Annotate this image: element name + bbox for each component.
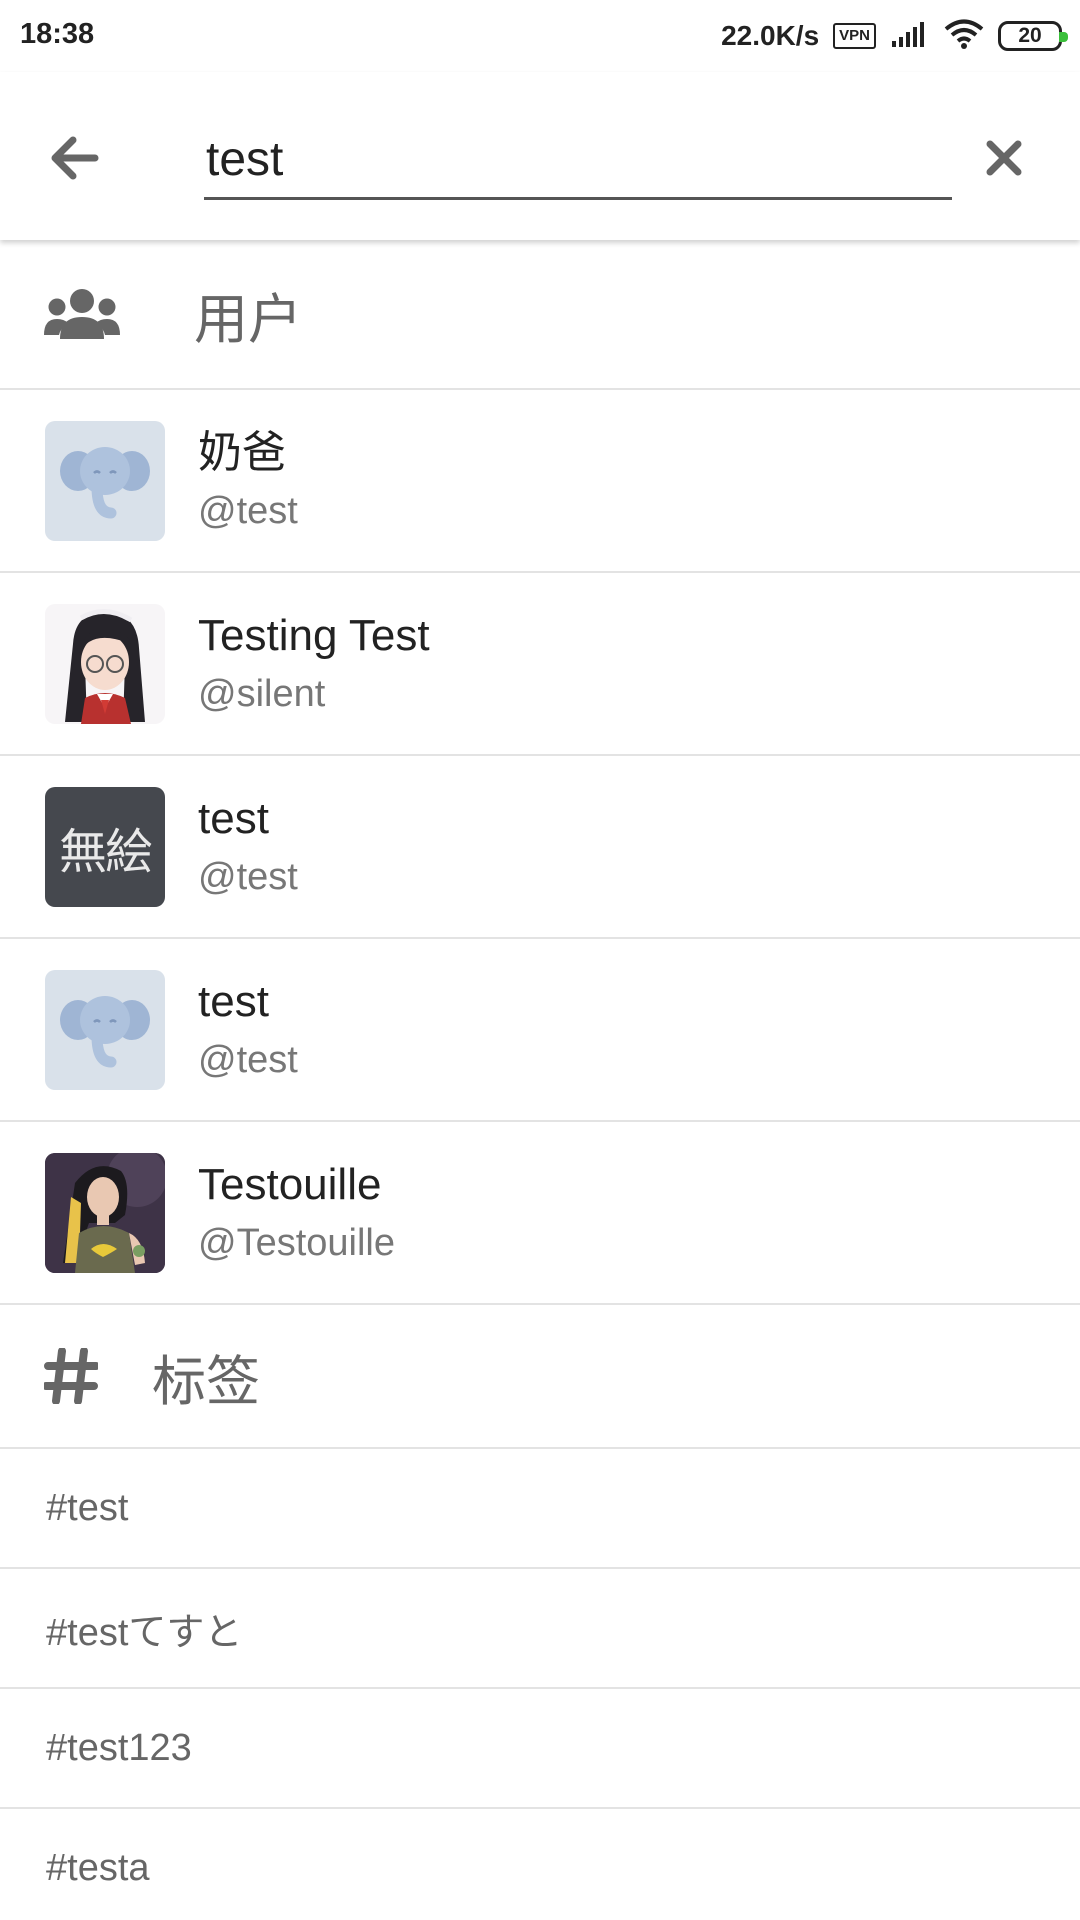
hashtag-result-row[interactable]: #testa: [0, 1809, 1080, 1920]
battery-indicator: 20: [998, 21, 1068, 51]
avatar-text: 無絵: [58, 823, 153, 880]
user-result-row[interactable]: 奶爸 @test: [0, 390, 1080, 573]
illustrated-woman-avatar: [45, 1152, 165, 1273]
user-handle: @test: [198, 855, 298, 898]
anime-girl-avatar: [65, 608, 145, 724]
search-input[interactable]: [204, 122, 952, 200]
arrow-left-icon: [51, 136, 99, 180]
avatar: [45, 420, 165, 541]
tags-section-title: 标签: [152, 1351, 260, 1412]
hashtag-result-row[interactable]: #test: [0, 1449, 1080, 1569]
elephant-icon: [60, 446, 150, 518]
avatar: 無絵: [45, 786, 165, 907]
search-results: 用户 奶爸 @test Testing Test @silent 無絵 test…: [0, 240, 1080, 1920]
hashtag-result-row[interactable]: #test123: [0, 1689, 1080, 1809]
search-header: [0, 72, 1080, 240]
vpn-badge: VPN: [833, 23, 876, 49]
user-display-name: 奶爸: [198, 427, 286, 477]
battery-cap: [1059, 32, 1068, 42]
users-section-title: 用户: [194, 289, 302, 350]
close-icon: [986, 140, 1022, 176]
avatar: [45, 603, 165, 724]
avatar: [45, 1152, 165, 1273]
status-time: 18:38: [20, 18, 95, 50]
elephant-icon: [60, 995, 150, 1067]
status-bar: 18:38 22.0K/s VPN 20: [0, 0, 1080, 72]
user-display-name: Testing Test: [198, 610, 430, 660]
user-display-name: test: [198, 976, 269, 1026]
user-display-name: test: [198, 793, 269, 843]
users-section-header: 用户: [0, 240, 1080, 390]
user-handle: @silent: [198, 672, 326, 715]
users-icon: [44, 284, 122, 344]
wifi-icon: [944, 18, 984, 55]
user-handle: @test: [198, 1038, 298, 1081]
network-speed: 22.0K/s: [721, 20, 820, 51]
back-button[interactable]: [46, 130, 102, 186]
hashtag-result-row[interactable]: #testてすと: [0, 1569, 1080, 1689]
cell-signal-icon: [890, 19, 930, 54]
user-handle: @test: [198, 489, 298, 532]
user-display-name: Testouille: [198, 1159, 382, 1209]
battery-level: 20: [1018, 24, 1042, 47]
user-result-row[interactable]: test @test: [0, 939, 1080, 1122]
user-handle: @Testouille: [198, 1221, 395, 1264]
user-result-row[interactable]: Testing Test @silent: [0, 573, 1080, 756]
status-indicators: 22.0K/s VPN 20: [721, 16, 1068, 56]
user-result-row[interactable]: 無絵 test @test: [0, 756, 1080, 939]
tags-section-header: 标签: [0, 1305, 1080, 1449]
avatar: [45, 969, 165, 1090]
user-result-row[interactable]: Testouille @Testouille: [0, 1122, 1080, 1305]
clear-search-button[interactable]: [976, 130, 1032, 186]
hashtag-icon: [44, 1346, 100, 1406]
